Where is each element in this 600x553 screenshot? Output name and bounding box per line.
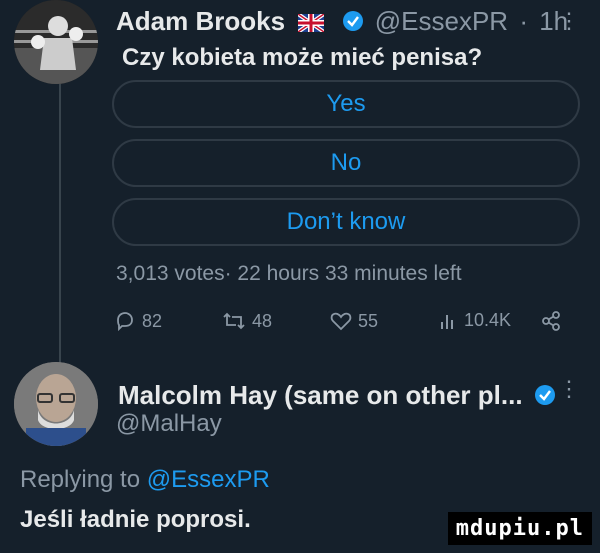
poll-meta: 3,013 votes· 22 hours 33 minutes left [116, 262, 462, 285]
tweet1-header: Adam Brooks @EssexPR · 1h [116, 6, 568, 39]
poll-option-yes[interactable]: Yes [112, 80, 580, 128]
tweet2-header: Malcolm Hay (same on other pl... [118, 380, 560, 413]
replying-prefix: Replying to [20, 466, 141, 493]
share-icon [542, 311, 560, 331]
reply-button[interactable]: 82 [114, 310, 162, 332]
views-button[interactable]: 10.4K [438, 310, 511, 331]
poll-option-dont-know[interactable]: Don’t know [112, 198, 580, 246]
views-chart-icon [441, 314, 453, 329]
dot-separator: · [519, 6, 528, 36]
avatar-malcolm-hay[interactable] [14, 362, 98, 446]
retweet-icon [223, 312, 245, 330]
man-portrait-icon [14, 362, 98, 446]
more-options-icon[interactable]: ⋮ [558, 8, 580, 34]
author-handle[interactable]: @MalHay [116, 410, 222, 438]
tweet-actions: 82 48 55 10.4K [114, 310, 564, 340]
uk-flag-icon [297, 8, 326, 39]
heart-icon [330, 312, 352, 331]
retweet-count: 48 [252, 310, 273, 331]
avatar-adam-brooks[interactable] [14, 0, 98, 84]
share-button[interactable] [540, 310, 562, 332]
reply-count: 82 [142, 310, 163, 331]
author-handle[interactable]: @EssexPR [375, 6, 508, 36]
verified-badge-icon [534, 382, 556, 413]
like-count: 55 [358, 310, 379, 331]
boxer-photo-icon [14, 0, 98, 84]
replying-to-handle-link[interactable]: @EssexPR [147, 466, 270, 493]
reply-icon [117, 312, 133, 332]
author-name[interactable]: Malcolm Hay (same on other pl... [118, 380, 523, 410]
replying-to: Replying to @EssexPR [20, 466, 270, 494]
author-name[interactable]: Adam Brooks [116, 6, 285, 36]
more-options-icon[interactable]: ⋮ [558, 376, 580, 402]
poll-option-no[interactable]: No [112, 139, 580, 187]
tweet-text: Czy kobieta może mieć penisa? [122, 44, 483, 71]
verified-badge-icon [342, 8, 364, 39]
like-button[interactable]: 55 [330, 310, 378, 332]
site-watermark: mdupiu.pl [447, 512, 592, 545]
views-count: 10.4K [464, 310, 512, 330]
tweet-text: Jeśli ładnie poprosi. [20, 506, 251, 533]
thread-connector-line [59, 82, 61, 364]
retweet-button[interactable]: 48 [222, 310, 272, 332]
